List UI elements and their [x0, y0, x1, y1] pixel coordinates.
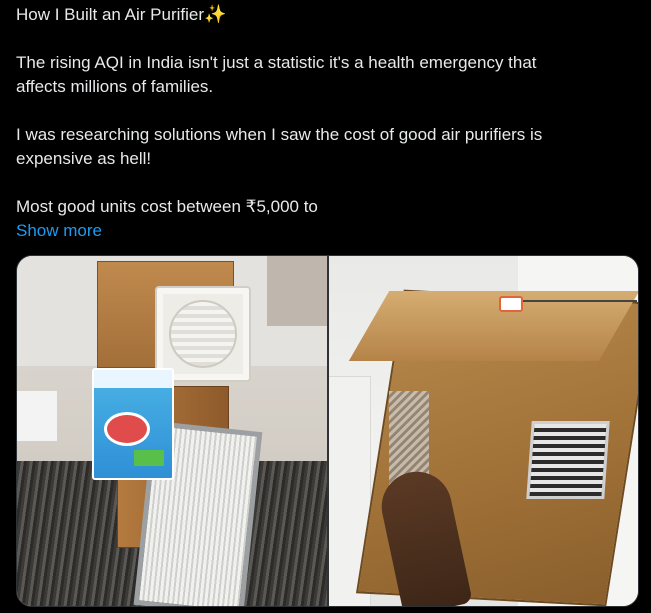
show-more-link[interactable]: Show more [16, 219, 102, 243]
paragraph-3-line-1: Most good units cost between ₹5,000 to [16, 197, 318, 216]
paragraph-2-line-2: expensive as hell! [16, 149, 152, 168]
paragraph-1-line-2: affects millions of families. [16, 77, 214, 96]
photo-cardboard-box-purifier[interactable] [328, 256, 638, 606]
post-body: How I Built an Air Purifier✨ The rising … [16, 0, 636, 243]
photo-purifier-parts[interactable] [17, 256, 327, 606]
post-title: How I Built an Air Purifier [16, 5, 205, 24]
filter-pack-image [92, 368, 174, 480]
sparkles-icon: ✨ [204, 4, 227, 24]
paragraph-2-line-1: I was researching solutions when I saw t… [16, 125, 543, 144]
post-title-line: How I Built an Air Purifier✨ [16, 2, 636, 27]
media-grid [16, 255, 639, 607]
paragraph-1-line-1: The rising AQI in India isn't just a sta… [16, 53, 537, 72]
power-plug-image [498, 296, 523, 312]
fan-vent-image [525, 421, 610, 499]
